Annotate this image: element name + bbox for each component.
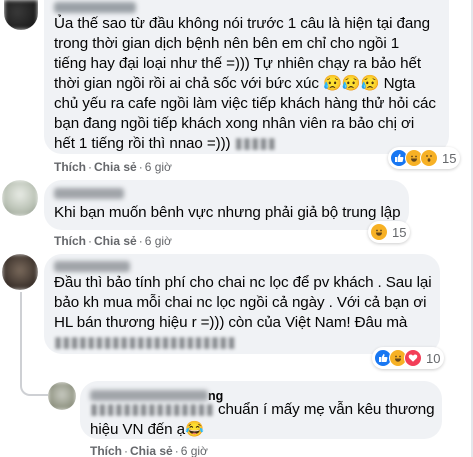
avatar[interactable] bbox=[2, 254, 38, 290]
comment-actions: Thích · Chia sẻ · 6 giờ bbox=[54, 160, 172, 174]
avatar[interactable] bbox=[2, 180, 38, 216]
timestamp[interactable]: 6 giờ bbox=[181, 444, 208, 457]
comment-line: Khi bạn muốn bênh vực nhưng phải giả bộ … bbox=[54, 204, 401, 221]
timestamp[interactable]: 6 giờ bbox=[145, 160, 172, 174]
love-icon bbox=[404, 349, 422, 367]
reaction-summary[interactable]: 10 bbox=[372, 347, 445, 369]
reaction-summary[interactable]: 15 bbox=[388, 147, 461, 169]
wow-icon bbox=[420, 149, 438, 167]
avatar[interactable] bbox=[48, 382, 76, 410]
share-button[interactable]: Chia sẻ bbox=[94, 160, 137, 174]
reply-bubble: ng ▮▮▮▮▮▮▮▮▮▮▮▮▮▮▮ chuẩn í mấy mẹ vẫn kê… bbox=[80, 381, 442, 439]
like-button[interactable]: Thích bbox=[90, 444, 122, 457]
comment-line: trong thời gian dịch bệnh nên bên em chỉ… bbox=[54, 35, 400, 52]
comment-line: tiếng hay đại loại như thế =))) Tự nhiên… bbox=[54, 55, 421, 72]
comment-line: ▮▮▮▮▮▮▮▮▮▮▮▮▮▮▮ chuẩn í mấy mẹ vẫn kêu t… bbox=[90, 401, 435, 418]
comment-actions: Thích · Chia sẻ · 6 giờ bbox=[54, 234, 172, 248]
reaction-summary[interactable]: 15 bbox=[368, 221, 411, 243]
author-name-redacted[interactable] bbox=[54, 2, 136, 13]
reaction-count: 15 bbox=[392, 224, 407, 240]
comment-bubble: Khi bạn muốn bênh vực nhưng phải giả bộ … bbox=[44, 180, 409, 230]
author-name-redacted[interactable] bbox=[54, 261, 130, 272]
reaction-count: 15 bbox=[442, 150, 457, 166]
comment-line: thời gian ngồi rồi ai chả sốc với bức xú… bbox=[54, 75, 416, 92]
like-button[interactable]: Thích bbox=[54, 234, 86, 248]
comment-line: Đầu thì bảo tính phí cho chai nc lọc để … bbox=[54, 274, 432, 291]
share-button[interactable]: Chia sẻ bbox=[94, 234, 137, 248]
share-button[interactable]: Chia sẻ bbox=[130, 444, 173, 457]
comment-line: Ủa thế sao từ đầu không nói trước 1 câu … bbox=[54, 15, 430, 32]
comment-bubble: Ủa thế sao từ đầu không nói trước 1 câu … bbox=[44, 0, 449, 154]
comment-line: hiệu VN đến ạ😂 bbox=[90, 421, 204, 438]
redacted-text: ▮▮▮▮▮ bbox=[234, 135, 276, 152]
comment-line: HL bán thương hiệu r =))) còn của Việt N… bbox=[54, 314, 408, 331]
reply-thread-line bbox=[20, 292, 48, 396]
comment-bubble: Đầu thì bảo tính phí cho chai nc lọc để … bbox=[44, 254, 440, 354]
comment-line: bạn đang ngồi tiếp khách xong nhân viên … bbox=[54, 115, 415, 132]
redacted-text: ▮▮▮▮▮▮▮▮▮▮▮▮▮▮▮ bbox=[90, 401, 214, 418]
like-button[interactable]: Thích bbox=[54, 160, 86, 174]
author-name-redacted[interactable] bbox=[54, 188, 124, 199]
avatar[interactable] bbox=[4, 0, 38, 30]
reaction-count: 10 bbox=[426, 350, 441, 366]
comment-line: bảo kh mua mỗi chai nc lọc ngồi cả ngày … bbox=[54, 294, 427, 311]
timestamp[interactable]: 6 giờ bbox=[145, 234, 172, 248]
comment-line: hết 1 tiếng rồi thì nnao =))) ▮▮▮▮▮ bbox=[54, 135, 276, 152]
redacted-text: ▮▮▮▮▮▮▮▮▮▮▮▮▮▮▮▮▮▮▮▮▮▮ bbox=[54, 334, 236, 351]
comment-line: chủ yếu ra cafe ngồi làm việc tiếp khách… bbox=[54, 95, 436, 112]
haha-icon bbox=[370, 223, 388, 241]
comment-actions: Thích · Chia sẻ · 6 giờ bbox=[90, 444, 208, 457]
